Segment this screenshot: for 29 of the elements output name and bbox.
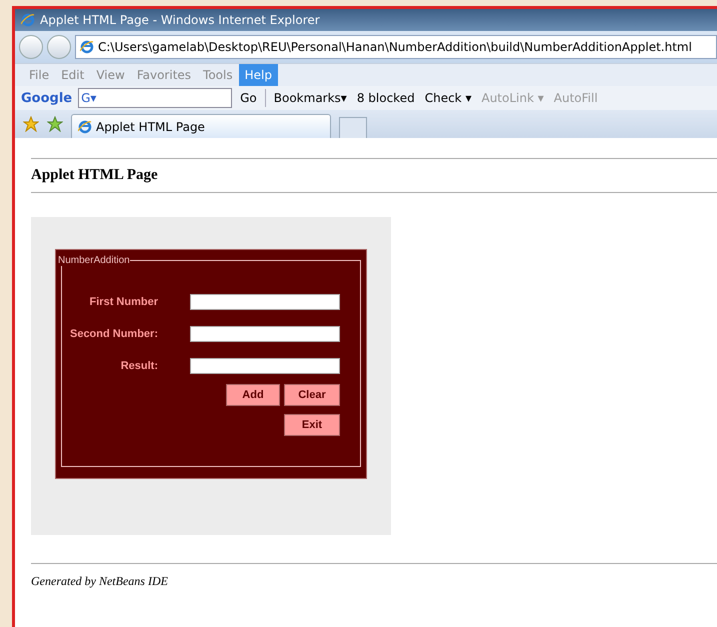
field-label: Result: xyxy=(120,360,158,372)
applet-button[interactable]: Add xyxy=(226,384,280,406)
input-field[interactable] xyxy=(190,294,340,310)
toolbar-button[interactable]: Bookmarks▾ xyxy=(272,91,349,105)
browser-icon xyxy=(80,40,94,54)
toolbar-button[interactable]: Check ▾ xyxy=(422,91,474,105)
go-button[interactable]: Go xyxy=(238,91,259,105)
address-field[interactable]: C:\Users\gamelab\Desktop\REU\Personal\Hanan\NumberAddition\build\NumberAdditionApplet.html xyxy=(75,35,717,59)
new-tab-button[interactable] xyxy=(339,117,367,138)
footer-text: Generated by NetBeans IDE xyxy=(31,574,169,589)
window-title: Applet HTML Page - Windows Internet Explorer xyxy=(40,13,320,27)
page-heading: Applet HTML Page xyxy=(31,167,159,184)
toolbar-button[interactable]: 8 blocked xyxy=(354,91,417,105)
back-button[interactable] xyxy=(19,35,43,59)
applet-button[interactable]: Clear xyxy=(284,384,340,406)
add-favorite-icon[interactable] xyxy=(47,116,63,132)
search-field[interactable]: G▾ xyxy=(78,88,232,108)
forward-button[interactable] xyxy=(47,35,71,59)
browser-icon xyxy=(78,120,92,134)
favorites-star-icon[interactable] xyxy=(23,116,39,132)
browser-tab[interactable]: Applet HTML Page xyxy=(71,114,331,138)
input-field[interactable] xyxy=(190,358,340,374)
field-label: First Number xyxy=(88,296,158,308)
google-logo: Google xyxy=(21,90,72,106)
input-field[interactable] xyxy=(190,326,340,342)
browser-icon xyxy=(21,13,35,27)
group-title: NumberAddition xyxy=(58,255,130,266)
field-label: Second Number: xyxy=(68,328,158,340)
applet-button[interactable]: Exit xyxy=(284,414,340,436)
